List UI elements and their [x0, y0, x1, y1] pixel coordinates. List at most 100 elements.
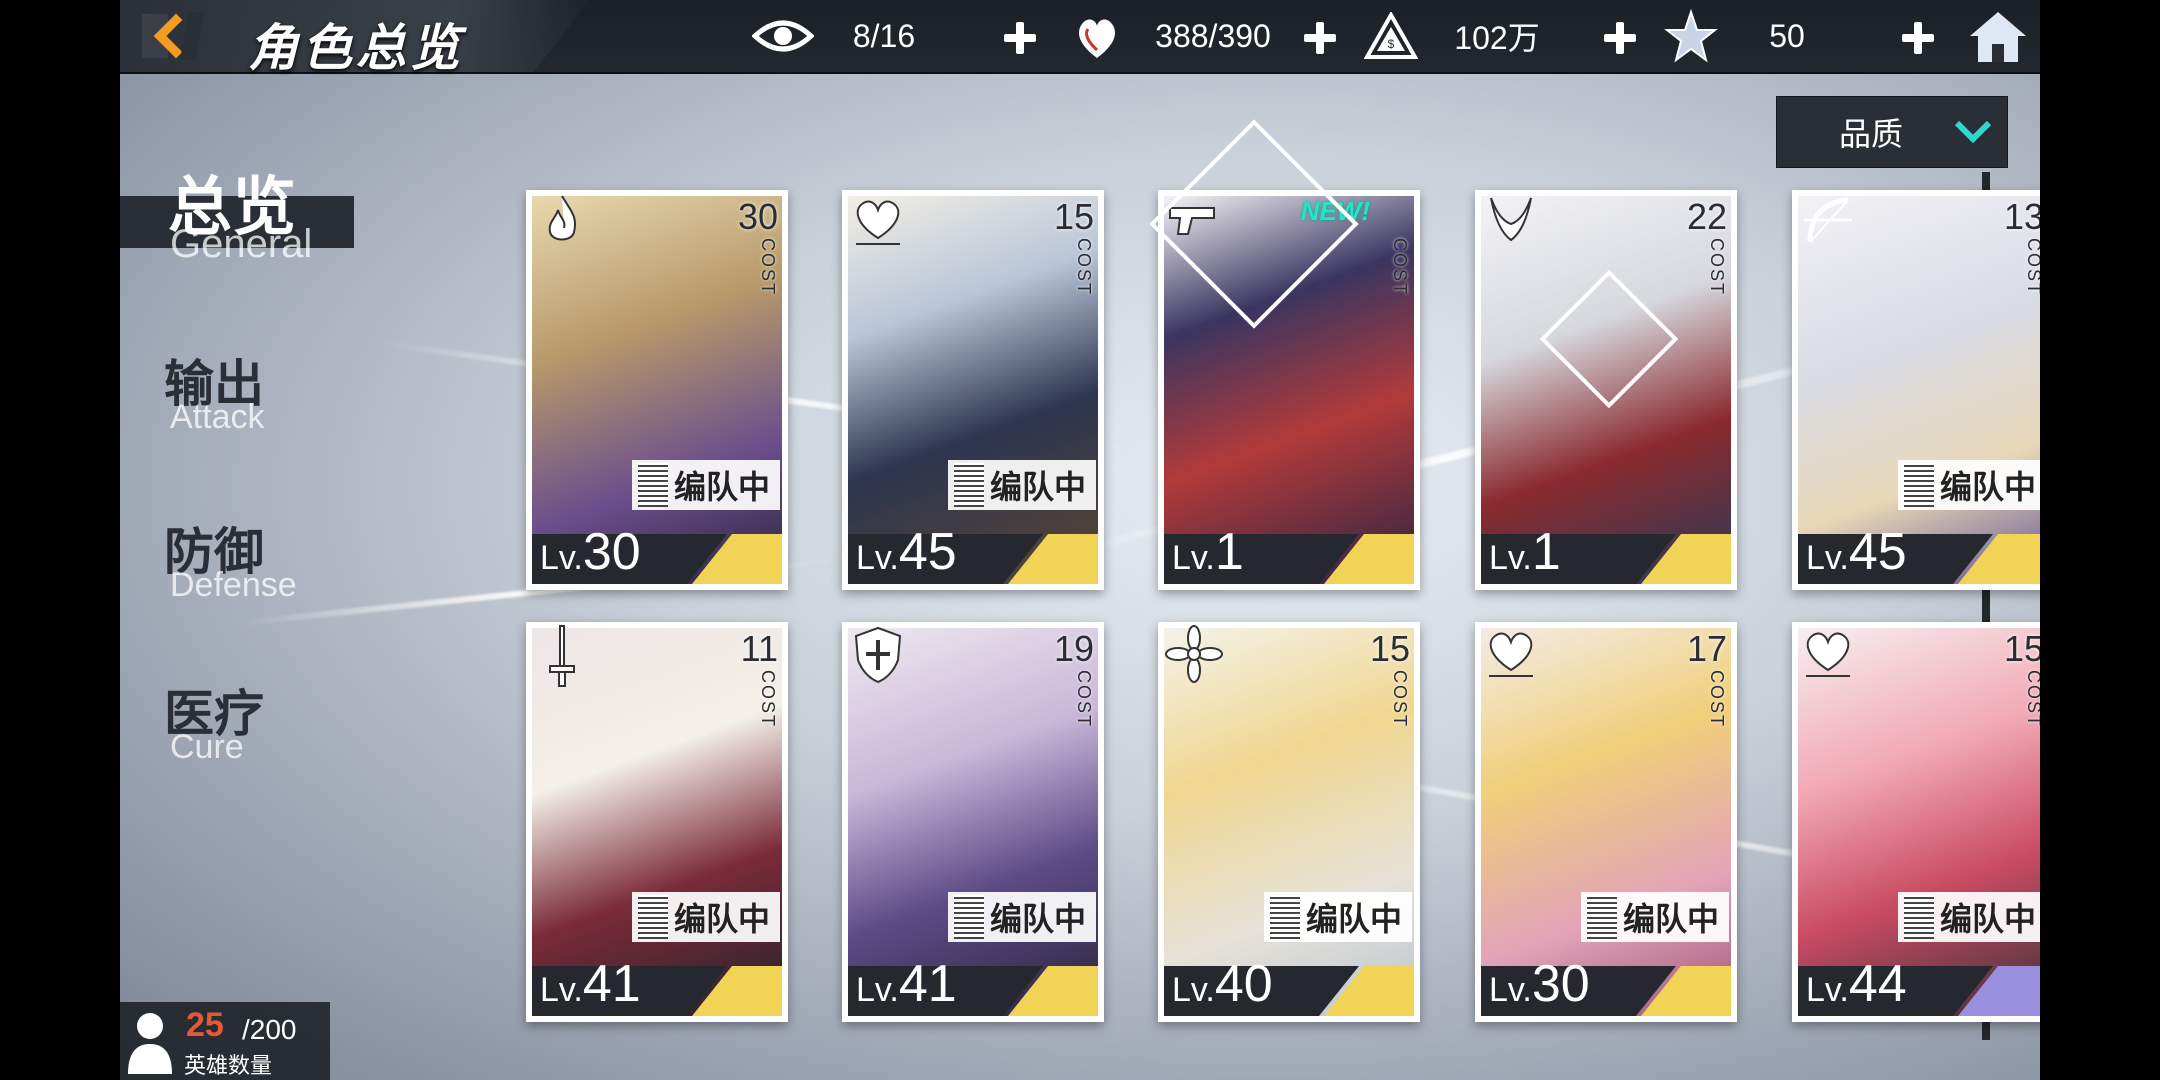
hero-count-current: 25 — [186, 1006, 224, 1044]
game-screen: 角色总览 8/16 388/390 $ 102万 50 品质 总览 Genera… — [120, 0, 2040, 1080]
level-value: 45 — [1848, 523, 1907, 581]
hero-count-max: /200 — [242, 1014, 297, 1045]
resource-stamina: 8/16 — [752, 0, 954, 72]
add-heart-button[interactable] — [1300, 18, 1340, 58]
heart-class-icon — [1806, 632, 1850, 677]
barcode-icon — [954, 463, 984, 507]
in-team-label: 编队中 — [1940, 469, 2037, 505]
cost-value: 30 — [737, 196, 778, 237]
tab-attack-sublabel: Attack — [170, 398, 265, 436]
level-prefix: Lv. — [540, 971, 583, 1009]
level-text: Lv.30 — [1489, 954, 1590, 1014]
character-card[interactable]: 17 COST 编队中 Lv.30 — [1475, 622, 1737, 1022]
level-value: 30 — [1531, 955, 1590, 1013]
character-card[interactable]: 11 COST 编队中 Lv.41 — [526, 622, 788, 1022]
heart-class-icon — [1489, 632, 1533, 677]
level-text: Lv.1 — [1489, 522, 1561, 582]
resource-gold: $ 102万 — [1360, 0, 1572, 72]
tab-cure[interactable]: 医疗 Cure — [120, 670, 370, 780]
home-button[interactable] — [1968, 8, 2028, 64]
eye-icon — [752, 5, 814, 67]
level-text: Lv.30 — [540, 522, 641, 582]
barcode-icon — [1270, 895, 1300, 939]
sword-class-icon — [549, 625, 575, 687]
card-footer: Lv.45 — [848, 523, 1098, 584]
heart-icon — [1066, 5, 1128, 67]
card-footer: Lv.41 — [532, 955, 782, 1016]
add-stamina-button[interactable] — [1000, 18, 1040, 58]
in-team-label: 编队中 — [1940, 901, 2037, 937]
card-footer: Lv.30 — [532, 523, 782, 584]
character-card[interactable]: 15 COST 编队中 Lv.44 — [1792, 622, 2040, 1022]
add-crystal-button[interactable] — [1898, 18, 1938, 58]
cost-value: 15 — [1053, 196, 1094, 237]
character-card[interactable]: 19 COST 编队中 Lv.41 — [842, 622, 1104, 1022]
tab-general-sublabel: General — [170, 222, 313, 266]
character-card[interactable]: 15 COST 编队中 Lv.40 — [1158, 622, 1420, 1022]
heart-class-icon — [856, 200, 900, 245]
level-value: 41 — [582, 955, 641, 1013]
card-footer: Lv.45 — [1798, 523, 2040, 584]
cost-label: COST — [1707, 238, 1727, 297]
shield-class-icon — [854, 626, 902, 684]
cost-label: COST — [758, 670, 778, 729]
level-value: 1 — [1214, 523, 1244, 581]
cost-label: COST — [1390, 238, 1410, 297]
star-crystal-icon — [1660, 5, 1722, 67]
page-title: 角色总览 — [248, 20, 464, 76]
tab-cure-sublabel: Cure — [170, 728, 244, 766]
back-button[interactable] — [138, 8, 208, 64]
cost-label: COST — [758, 238, 778, 297]
character-card[interactable]: 30 COST 编队中 Lv.30 — [526, 190, 788, 590]
resource-crystal: 50 — [1660, 0, 1852, 72]
card-footer: Lv.44 — [1798, 955, 2040, 1016]
hero-count-panel: 25 /200 英雄数量 — [120, 1002, 330, 1080]
tab-attack[interactable]: 输出 Attack — [120, 340, 370, 450]
in-team-badge: 编队中 — [1898, 892, 2040, 942]
card-footer: Lv.30 — [1481, 955, 1731, 1016]
home-icon — [1970, 12, 2026, 62]
level-value: 44 — [1848, 955, 1907, 1013]
sort-dropdown[interactable]: 品质 — [1776, 96, 2008, 168]
hero-count-label: 英雄数量 — [184, 1053, 273, 1078]
level-prefix: Lv. — [1806, 971, 1849, 1009]
in-team-label: 编队中 — [990, 469, 1087, 505]
cost-label: COST — [2024, 238, 2040, 297]
resource-value: 388/390 — [1155, 17, 1271, 54]
character-card[interactable]: 13 COST 编队中 Lv.45 — [1792, 190, 2040, 590]
level-prefix: Lv. — [1806, 539, 1849, 577]
level-text: Lv.40 — [1172, 954, 1273, 1014]
card-footer: Lv.1 — [1481, 523, 1731, 584]
level-prefix: Lv. — [856, 539, 899, 577]
barcode-icon — [1904, 463, 1934, 507]
in-team-label: 编队中 — [990, 901, 1087, 937]
cost-label: COST — [1074, 238, 1094, 297]
person-icon — [128, 1013, 172, 1074]
card-footer: Lv.40 — [1164, 955, 1414, 1016]
in-team-label: 编队中 — [1623, 901, 1720, 937]
character-card[interactable]: 15 COST 编队中 Lv.45 — [842, 190, 1104, 590]
level-value: 30 — [582, 523, 641, 581]
cost-label: COST — [1707, 670, 1727, 729]
barcode-icon — [638, 463, 668, 507]
bow-class-icon — [1804, 197, 1852, 243]
in-team-label: 编队中 — [1306, 901, 1403, 937]
tab-general[interactable]: 总览 General — [120, 150, 370, 270]
resource-heart: 388/390 — [1066, 0, 1298, 72]
resource-value: 50 — [1769, 17, 1805, 54]
barcode-icon — [638, 895, 668, 939]
cost-value: 19 — [1053, 628, 1094, 669]
cost-value: 15 — [2003, 628, 2040, 669]
in-team-badge: 编队中 — [632, 460, 780, 510]
cost-value: 22 — [1686, 196, 1727, 237]
in-team-badge: 编队中 — [948, 460, 1096, 510]
add-gold-button[interactable] — [1600, 18, 1640, 58]
in-team-badge: 编队中 — [1264, 892, 1412, 942]
horn-class-icon — [1490, 197, 1532, 242]
chevron-down-icon — [1954, 120, 1992, 144]
cost-value: 17 — [1686, 628, 1727, 669]
gold-triangle-icon: $ — [1360, 5, 1422, 67]
tab-defense[interactable]: 防御 Defense — [120, 508, 370, 618]
level-text: Lv.1 — [1172, 522, 1244, 582]
level-text: Lv.44 — [1806, 954, 1907, 1014]
